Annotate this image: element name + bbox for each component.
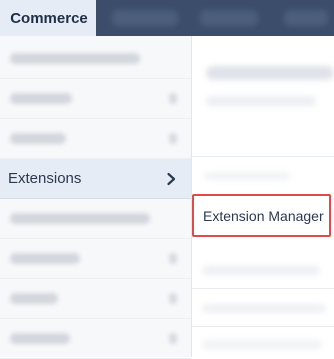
divider (192, 326, 334, 327)
chevron-right-icon (169, 293, 177, 304)
chevron-right-icon (169, 253, 177, 264)
menu-item[interactable] (0, 79, 191, 119)
menu-item-label-blurred (10, 333, 70, 344)
menu-item[interactable] (0, 279, 191, 319)
nav-tab-blurred[interactable] (200, 10, 258, 26)
chevron-right-icon (169, 93, 177, 104)
submenu-item-blurred[interactable] (202, 304, 326, 313)
divider (192, 288, 334, 289)
chevron-right-icon (169, 133, 177, 144)
menu-item-label-blurred (10, 133, 66, 144)
menu-item-label-blurred (10, 253, 80, 264)
menu-item[interactable] (0, 39, 191, 79)
sidebar-menu: Extensions (0, 36, 192, 359)
divider (192, 156, 334, 157)
submenu-text-blurred (206, 96, 316, 106)
submenu-item-extension-manager[interactable]: Extension Manager (192, 194, 331, 237)
menu-item[interactable] (0, 239, 191, 279)
menu-item-extensions[interactable]: Extensions (0, 159, 191, 199)
submenu-item-blurred[interactable] (202, 340, 322, 349)
chevron-right-icon (169, 333, 177, 344)
nav-tab-blurred[interactable] (112, 10, 178, 26)
submenu-panel: Extension Manager (192, 36, 334, 357)
chevron-right-icon (167, 172, 176, 186)
top-navigation-bar: Commerce (0, 0, 334, 36)
tab-commerce[interactable]: Commerce (0, 0, 96, 36)
menu-item-label-blurred (10, 293, 58, 304)
nav-tab-blurred[interactable] (284, 10, 328, 26)
search-input-blurred[interactable] (206, 66, 334, 80)
menu-item[interactable] (0, 119, 191, 159)
menu-item-label-blurred (10, 93, 72, 104)
menu-item-label: Extensions (8, 170, 82, 187)
menu-item-label-blurred (10, 53, 140, 64)
submenu-text-blurred (204, 172, 290, 180)
menu-item[interactable] (0, 199, 191, 239)
menu-item-label-blurred (10, 213, 150, 224)
menu-item[interactable] (0, 319, 191, 359)
submenu-item-blurred[interactable] (202, 266, 320, 275)
